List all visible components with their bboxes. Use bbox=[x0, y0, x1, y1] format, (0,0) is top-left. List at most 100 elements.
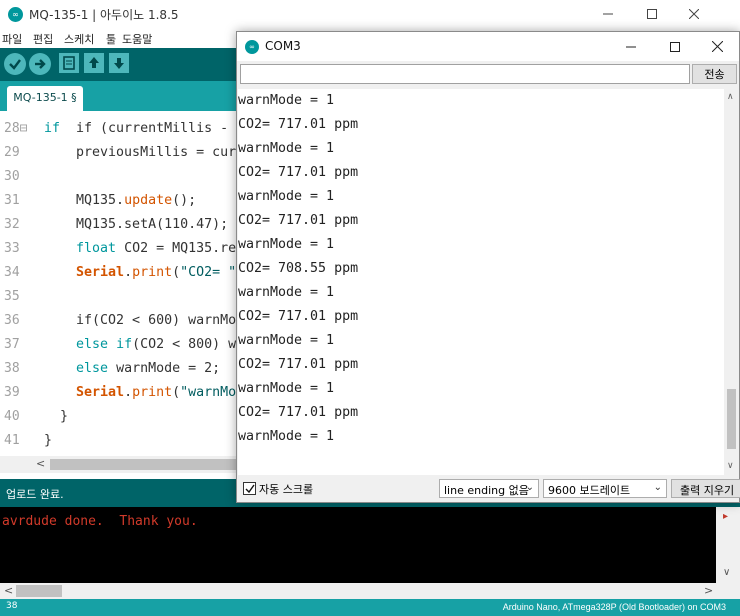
tab-mq-135-1[interactable]: MQ-135-1 § bbox=[7, 86, 83, 111]
open-sketch-button[interactable] bbox=[84, 53, 104, 73]
menu-tools[interactable]: 툴 bbox=[106, 31, 116, 47]
code-line-28: if if (currentMillis - pre bbox=[44, 121, 260, 136]
line-number: 32 bbox=[4, 217, 20, 232]
serial-output-line: CO2= 717.01 ppm bbox=[238, 117, 359, 132]
line-number-gutter: 28⊟ 29 30 31 32 33 34 35 36 37 38 39 40 … bbox=[0, 111, 40, 456]
verify-button[interactable] bbox=[4, 53, 26, 75]
arduino-logo-icon: ∞ bbox=[8, 7, 23, 22]
line-number: 39 bbox=[4, 385, 20, 400]
scroll-down-icon[interactable]: ∨ bbox=[727, 461, 734, 471]
scroll-down-icon[interactable]: ∨ bbox=[723, 567, 730, 578]
code-line-37: else if(CO2 < 800) wa bbox=[44, 337, 244, 352]
line-number: 34 bbox=[4, 265, 20, 280]
clear-output-button[interactable]: 출력 지우기 bbox=[671, 479, 740, 498]
open-arrow-up-icon bbox=[89, 57, 99, 68]
scrollbar-thumb[interactable] bbox=[727, 389, 736, 449]
code-line-41: } bbox=[44, 433, 53, 448]
maximize-icon bbox=[670, 41, 680, 52]
code-text: ( bbox=[172, 385, 181, 400]
code-function: update bbox=[124, 193, 173, 208]
console-line: avrdude done. Thank you. bbox=[2, 514, 198, 529]
ide-window-title: MQ-135-1 | 아두이노 1.8.5 bbox=[29, 8, 179, 22]
code-text: (); bbox=[172, 193, 197, 208]
console-vertical-scrollbar[interactable]: ▸ ∨ bbox=[716, 507, 740, 583]
menu-edit[interactable]: 편집 bbox=[33, 31, 53, 47]
code-text: . bbox=[124, 385, 133, 400]
menu-file[interactable]: 파일 bbox=[2, 31, 22, 47]
serial-input[interactable] bbox=[240, 64, 690, 84]
scroll-left-icon[interactable]: < bbox=[4, 584, 13, 597]
line-ending-select[interactable]: line ending 없음 ⌄ bbox=[439, 479, 539, 498]
new-sketch-button[interactable] bbox=[59, 53, 79, 73]
code-class: Serial bbox=[76, 265, 125, 280]
new-file-icon bbox=[63, 56, 75, 70]
close-icon bbox=[689, 9, 699, 19]
line-number: 29 bbox=[4, 145, 20, 160]
scroll-left-icon[interactable]: < bbox=[36, 457, 45, 470]
serial-output-line: CO2= 717.01 ppm bbox=[238, 357, 359, 372]
minimize-icon bbox=[626, 46, 636, 47]
serial-output-line: CO2= 717.01 ppm bbox=[238, 309, 359, 324]
serial-output: warnMode = 1 CO2= 717.01 ppm warnMode = … bbox=[238, 89, 724, 475]
code-text: . bbox=[124, 265, 133, 280]
serial-monitor-window: ∞ COM3 전송 warnMode = 1 CO2= 717.01 ppm w… bbox=[236, 31, 740, 503]
scroll-up-icon[interactable]: ∧ bbox=[727, 92, 734, 102]
autoscroll-checkbox[interactable] bbox=[243, 482, 256, 495]
scroll-right-icon[interactable]: > bbox=[704, 584, 713, 597]
save-sketch-button[interactable] bbox=[109, 53, 129, 73]
code-function: print bbox=[132, 385, 173, 400]
serial-output-line: CO2= 708.55 ppm bbox=[238, 261, 359, 276]
serial-output-line: CO2= 717.01 ppm bbox=[238, 213, 359, 228]
code-line-39: Serial.print("warnMo bbox=[44, 385, 236, 400]
serial-output-line: warnMode = 1 bbox=[238, 333, 335, 348]
code-keyword: if bbox=[44, 121, 61, 136]
close-icon bbox=[711, 41, 723, 52]
serial-titlebar: ∞ COM3 bbox=[237, 32, 739, 61]
ide-maximize-button[interactable] bbox=[630, 0, 674, 28]
code-line-34: Serial.print("CO2= " bbox=[44, 265, 236, 280]
serial-send-row: 전송 bbox=[237, 61, 739, 89]
scrollbar-thumb[interactable] bbox=[50, 459, 240, 470]
code-line-40: } bbox=[44, 409, 69, 424]
serial-output-line: warnMode = 1 bbox=[238, 237, 335, 252]
ide-close-button[interactable] bbox=[672, 0, 716, 28]
line-number: 41 bbox=[4, 433, 20, 448]
line-number: 28⊟ bbox=[4, 121, 28, 136]
serial-output-line: warnMode = 1 bbox=[238, 285, 335, 300]
code-line-38: else warnMode = 2; bbox=[44, 361, 220, 376]
scroll-up-icon[interactable]: ▸ bbox=[723, 511, 728, 522]
code-text: (CO2 < 800) wa bbox=[132, 337, 245, 352]
send-button[interactable]: 전송 bbox=[692, 64, 737, 84]
serial-output-line: warnMode = 1 bbox=[238, 429, 335, 444]
ide-minimize-button[interactable] bbox=[586, 0, 630, 28]
status-message: 업로드 완료. bbox=[6, 488, 64, 501]
serial-maximize-button[interactable] bbox=[653, 32, 697, 61]
serial-vertical-scrollbar[interactable]: ∧ ∨ bbox=[724, 89, 739, 475]
upload-button[interactable] bbox=[29, 53, 51, 75]
code-text: if (currentMillis - pre bbox=[60, 121, 261, 136]
chevron-down-icon: ⌄ bbox=[525, 482, 534, 493]
scrollbar-thumb[interactable] bbox=[16, 585, 62, 597]
baud-rate-select[interactable]: 9600 보드레이트 ⌄ bbox=[543, 479, 667, 498]
serial-output-line: CO2= 717.01 ppm bbox=[238, 405, 359, 420]
serial-close-button[interactable] bbox=[695, 32, 739, 61]
output-console: avrdude done. Thank you. ▸ ∨ bbox=[0, 507, 740, 583]
serial-output-line: warnMode = 1 bbox=[238, 141, 335, 156]
check-icon bbox=[9, 59, 21, 70]
line-number: 40 bbox=[4, 409, 20, 424]
code-line-32: MQ135.setA(110.47); M bbox=[44, 217, 245, 232]
minimize-icon bbox=[603, 13, 613, 15]
menu-sketch[interactable]: 스케치 bbox=[64, 31, 94, 47]
board-info: Arduino Nano, ATmega328P (Old Bootloader… bbox=[502, 602, 726, 612]
line-number: 30 bbox=[4, 169, 20, 184]
line-number: 35 bbox=[4, 289, 20, 304]
code-keyword: if bbox=[116, 337, 133, 352]
menu-help[interactable]: 도움말 bbox=[122, 31, 152, 47]
serial-minimize-button[interactable] bbox=[609, 32, 653, 61]
console-horizontal-scrollbar[interactable]: < > bbox=[0, 583, 740, 599]
code-text: MQ135. bbox=[44, 193, 125, 208]
code-keyword: float bbox=[76, 241, 117, 256]
